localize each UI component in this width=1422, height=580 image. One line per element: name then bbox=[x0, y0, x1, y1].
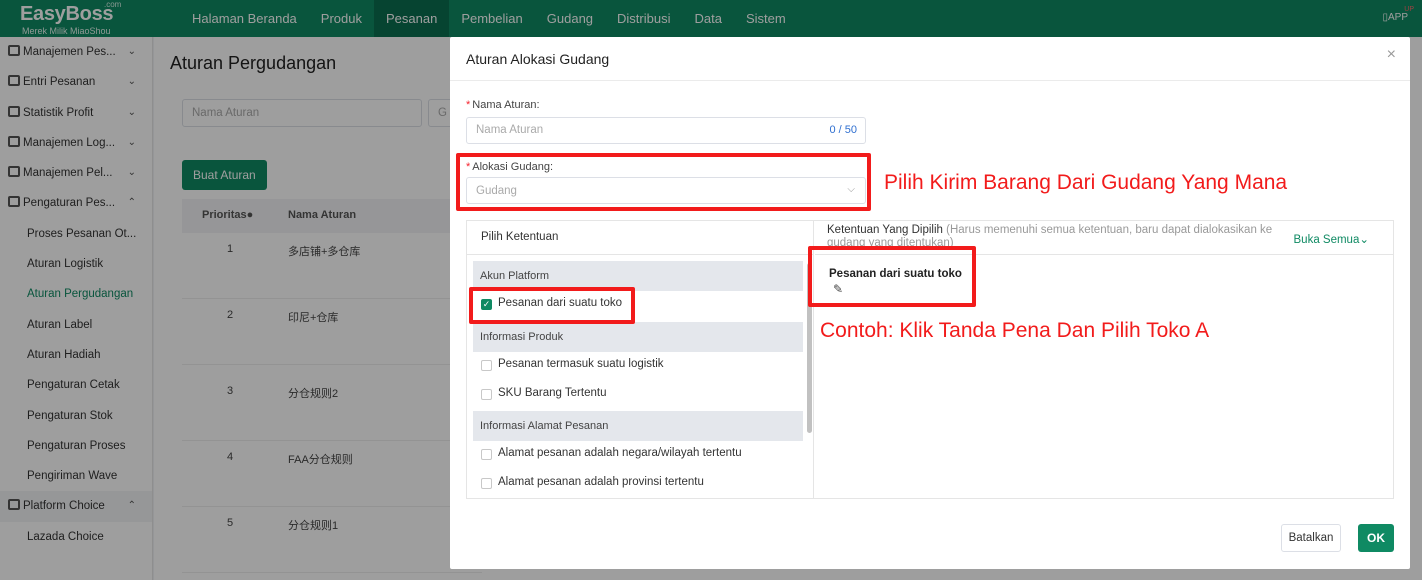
modal-title: Aturan Alokasi Gudang bbox=[466, 51, 610, 67]
chevron-down-icon: ⌄ bbox=[1359, 234, 1369, 246]
rule-name-label: * Nama Aturan: bbox=[466, 99, 540, 111]
category-title: Informasi Alamat Pesanan bbox=[480, 420, 609, 432]
condition-picker: Pilih Ketentuan Akun Platform ✓ Pesanan … bbox=[467, 221, 814, 498]
checkbox-icon[interactable] bbox=[481, 478, 492, 489]
option-label: Pesanan termasuk suatu logistik bbox=[498, 358, 664, 370]
condition-highlight-box bbox=[808, 246, 976, 307]
ok-button[interactable]: OK bbox=[1358, 524, 1394, 552]
option-label: SKU Barang Tertentu bbox=[498, 387, 607, 399]
checkbox-icon[interactable] bbox=[481, 389, 492, 400]
annotation-warehouse-hint: Pilih Kirim Barang Dari Gudang Yang Mana bbox=[884, 171, 1288, 194]
condition-picker-header: Pilih Ketentuan bbox=[467, 221, 813, 255]
close-icon[interactable]: × bbox=[1387, 46, 1396, 64]
checkbox-icon[interactable] bbox=[481, 449, 492, 460]
condition-picker-title: Pilih Ketentuan bbox=[481, 231, 559, 243]
required-mark: * bbox=[466, 99, 471, 111]
modal-header: Aturan Alokasi Gudang × bbox=[450, 37, 1410, 81]
category-product-info: Informasi Produk bbox=[473, 322, 803, 352]
char-counter: 0 / 50 bbox=[829, 124, 857, 136]
annotation-example-hint: Contoh: Klik Tanda Pena Dan Pilih Toko A bbox=[820, 319, 1210, 342]
option-label: Alamat pesanan adalah negara/wilayah ter… bbox=[498, 447, 742, 459]
rule-name-label-text: Nama Aturan: bbox=[472, 99, 540, 111]
category-title: Akun Platform bbox=[480, 270, 550, 282]
category-address-info: Informasi Alamat Pesanan bbox=[473, 411, 803, 441]
category-title: Informasi Produk bbox=[480, 331, 564, 343]
selected-conditions-label: Ketentuan Yang Dipilih bbox=[827, 224, 943, 236]
rule-name-placeholder: Nama Aturan bbox=[476, 124, 544, 136]
option-label: Alamat pesanan adalah provinsi tertentu bbox=[498, 476, 704, 488]
expand-all-button[interactable]: Buka Semua⌄ bbox=[1294, 232, 1370, 246]
warehouse-highlight-box bbox=[456, 153, 871, 211]
checkbox-icon[interactable] bbox=[481, 360, 492, 371]
rule-name-input[interactable]: Nama Aturan 0 / 50 bbox=[466, 117, 866, 144]
checkbox-highlight-box bbox=[469, 287, 635, 324]
cancel-button[interactable]: Batalkan bbox=[1281, 524, 1341, 552]
expand-all-label: Buka Semua bbox=[1293, 234, 1360, 246]
